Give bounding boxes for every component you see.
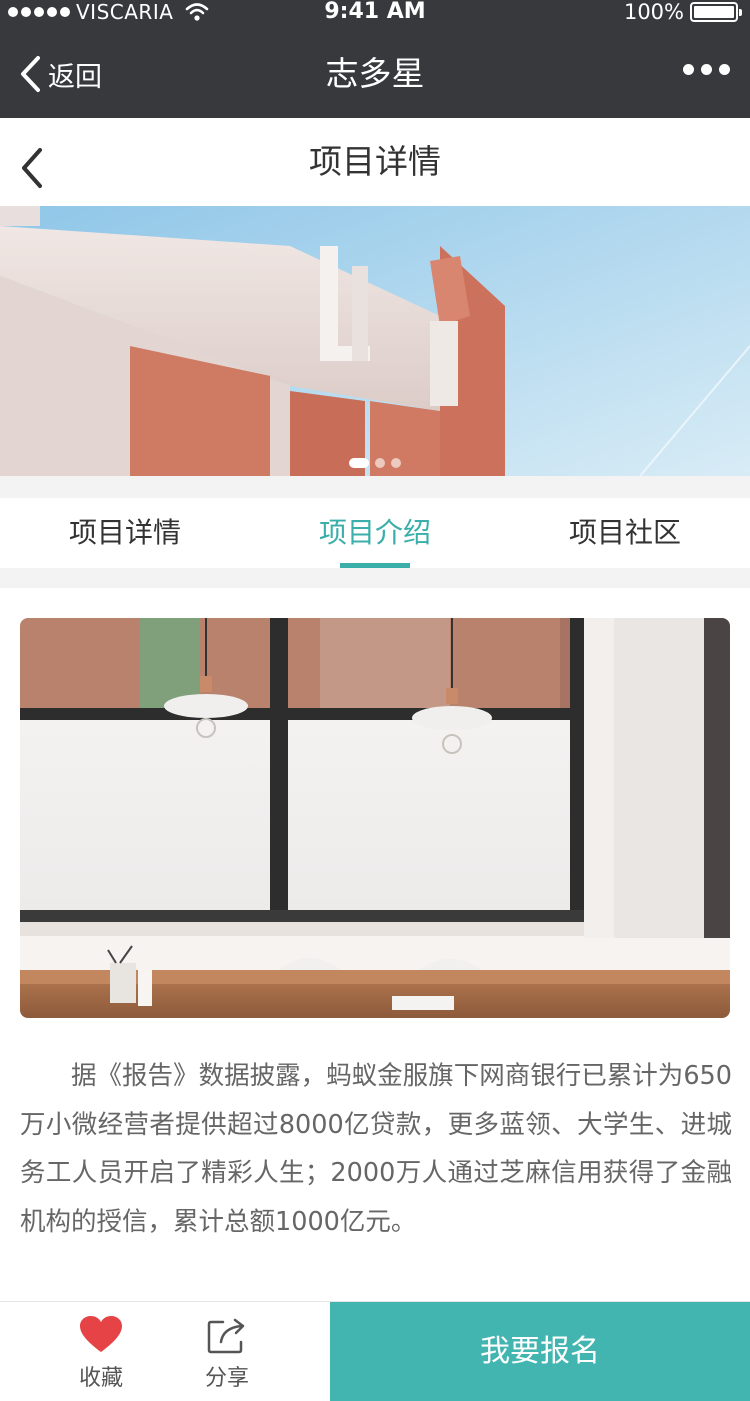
tab-label: 项目社区 — [568, 516, 681, 549]
battery-status: 100% — [623, 0, 742, 24]
project-tabs: 项目详情 项目介绍 项目社区 — [0, 498, 750, 568]
page-title: 项目详情 — [309, 142, 441, 181]
page: VISCARIA 9:41 AM 100% 返回 志多星 项目详情 项目详情 项… — [0, 0, 750, 1401]
signup-button[interactable]: 我要报名 — [330, 1302, 750, 1401]
share-label: 分享 — [204, 1366, 249, 1391]
carousel-dot[interactable] — [349, 458, 369, 468]
tab-label: 项目介绍 — [318, 516, 431, 549]
section-divider — [0, 476, 750, 498]
tab-label: 项目详情 — [68, 516, 181, 549]
carousel-dot[interactable] — [391, 458, 401, 468]
wechat-navbar: 返回 志多星 — [0, 30, 750, 118]
share-button[interactable]: 分享 — [172, 1302, 282, 1401]
tab-project-details[interactable]: 项目详情 — [0, 498, 250, 568]
carousel-dot[interactable] — [375, 458, 385, 468]
tab-project-community[interactable]: 项目社区 — [500, 498, 750, 568]
battery-percent: 100% — [623, 0, 684, 24]
carousel-indicators — [0, 458, 750, 468]
project-intro-text: 据《报告》数据披露，蚂蚁金服旗下网商银行已累计为650万小微经营者提供超过800… — [20, 1061, 732, 1237]
content-image — [20, 618, 730, 1018]
heart-icon — [80, 1316, 122, 1352]
wechat-nav-title: 志多星 — [325, 54, 425, 93]
battery-icon — [690, 2, 742, 22]
more-options-icon[interactable] — [683, 64, 730, 75]
office-room-image — [20, 618, 730, 1018]
bottom-action-bar: 收藏 分享 我要报名 — [0, 1301, 750, 1401]
share-icon — [207, 1318, 245, 1354]
page-header: 项目详情 — [0, 118, 750, 206]
favorite-button[interactable]: 收藏 — [46, 1302, 156, 1401]
section-divider — [0, 568, 750, 588]
status-bar: VISCARIA 9:41 AM 100% — [0, 0, 750, 24]
favorite-label: 收藏 — [78, 1366, 123, 1391]
banner-image — [0, 206, 750, 476]
wechat-top-bar: VISCARIA 9:41 AM 100% 返回 志多星 — [0, 0, 750, 118]
tab-project-intro[interactable]: 项目介绍 — [250, 498, 500, 568]
banner-carousel[interactable] — [0, 206, 750, 476]
